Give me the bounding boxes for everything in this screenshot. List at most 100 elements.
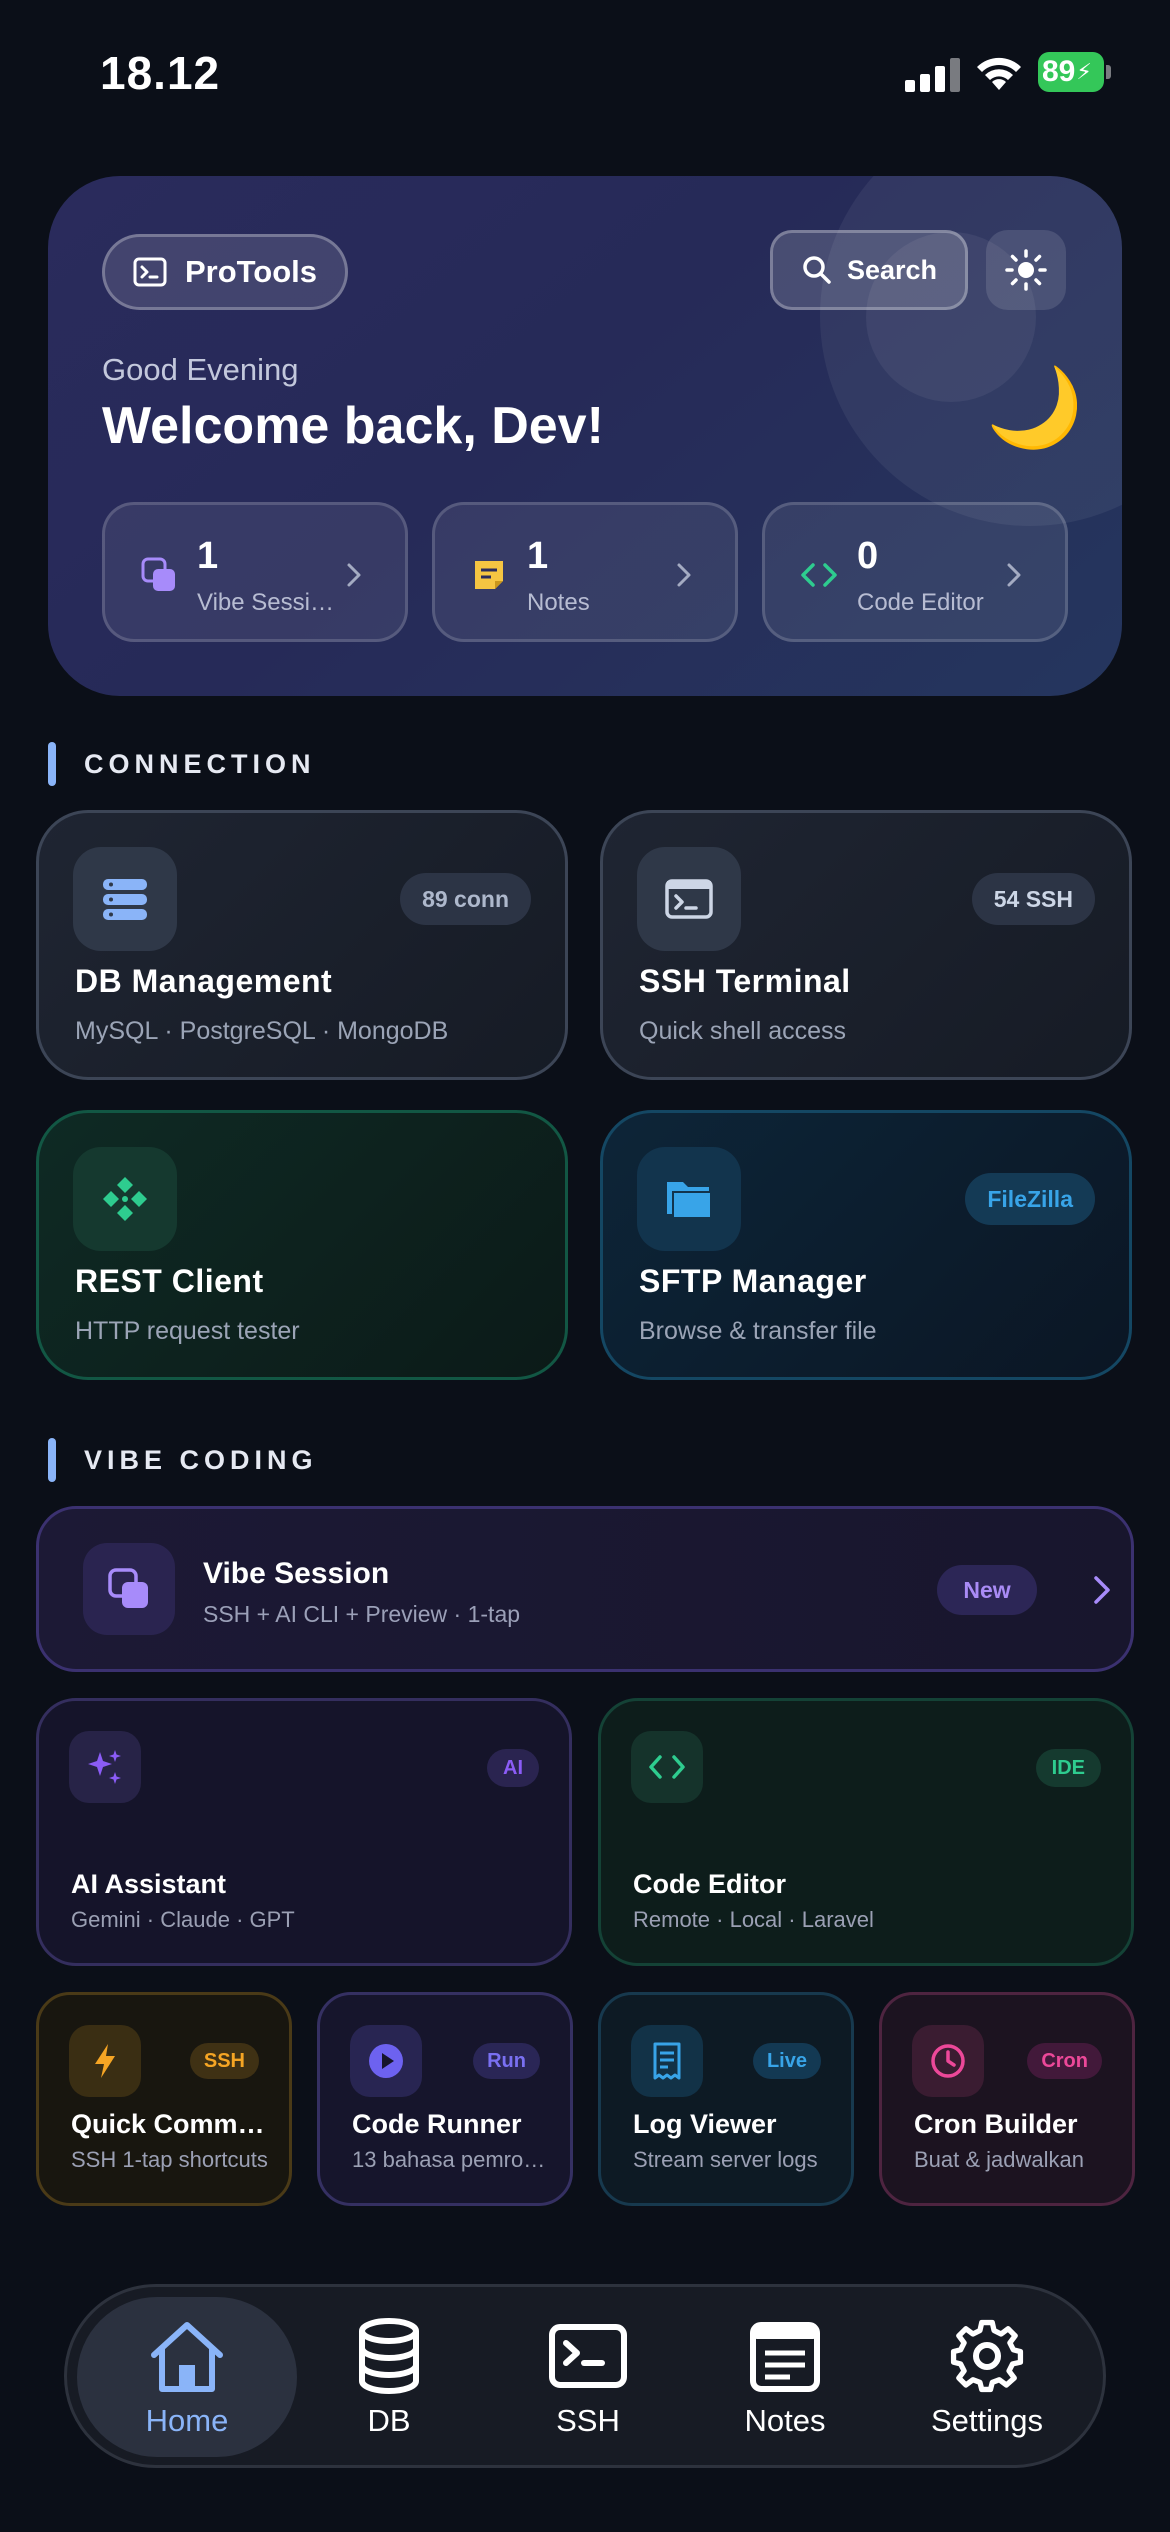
quick-commands-card[interactable]: SSH Quick Commands SSH 1-tap shortcuts [36, 1992, 292, 2206]
card-subtitle: MySQL · PostgreSQL · MongoDB [75, 1017, 449, 1045]
card-subtitle: Gemini · Claude · GPT [71, 1907, 295, 1932]
bolt-icon [69, 2025, 141, 2097]
code-icon [631, 1731, 703, 1803]
play-icon [350, 2025, 422, 2097]
database-icon [73, 847, 177, 951]
card-title: SSH Terminal [639, 963, 851, 999]
clock-icon [912, 2025, 984, 2097]
chevron-right-icon [677, 563, 691, 587]
brand-pill[interactable]: ProTools [102, 234, 349, 310]
search-icon [803, 256, 831, 284]
moon-icon: 🌙 [986, 363, 1084, 451]
sparkles-icon [69, 1731, 141, 1803]
stat-label: Notes [527, 589, 590, 616]
ai-assistant-card[interactable]: AI AI Assistant Gemini · Claude · GPT [36, 1698, 572, 1966]
tab-label: Home [145, 2403, 229, 2438]
card-subtitle: Remote · Local · Laravel [633, 1907, 874, 1932]
card-title: REST Client [75, 1263, 264, 1299]
bottom-tab-bar: Home DB SSH Notes Settings [64, 2284, 1106, 2468]
tab-notes[interactable]: Notes [675, 2297, 895, 2457]
ssh-terminal-card[interactable]: 54 SSH SSH Terminal Quick shell access [600, 810, 1132, 1080]
home-icon [151, 2322, 223, 2392]
card-title: Cron Builder [914, 2109, 1078, 2139]
sun-icon [1005, 249, 1047, 291]
status-bar: 18.12 89 ⚡ [0, 0, 1170, 150]
card-subtitle: HTTP request tester [75, 1317, 300, 1345]
receipt-icon [631, 2025, 703, 2097]
layers-icon [83, 1543, 175, 1635]
layers-icon [141, 557, 175, 591]
battery-icon: 89 ⚡ [1038, 52, 1112, 92]
tab-db[interactable]: DB [279, 2297, 499, 2457]
rest-client-card[interactable]: REST Client HTTP request tester [36, 1110, 568, 1380]
stat-card-vibe-sessions[interactable]: 1 Vibe Sessions [102, 502, 408, 642]
folder-icon [637, 1147, 741, 1251]
hero-card: ProTools Search Good Evening Welcome bac… [48, 176, 1122, 696]
wifi-icon [977, 57, 1021, 90]
code-runner-card[interactable]: Run Code Runner 13 bahasa pemrograman [317, 1992, 573, 2206]
code-editor-card[interactable]: IDE Code Editor Remote · Local · Laravel [598, 1698, 1134, 1966]
stat-card-code-editor[interactable]: 0 Code Editor [762, 502, 1068, 642]
card-title: Code Editor [633, 1869, 786, 1899]
gear-icon [950, 2319, 1024, 2393]
stat-card-notes[interactable]: 1 Notes [432, 502, 738, 642]
card-title: Log Viewer [633, 2109, 777, 2139]
card-subtitle: 13 bahasa pemrograman [352, 2147, 552, 2172]
ai-badge: AI [487, 1749, 539, 1787]
vibe-session-title: Vibe Session [203, 1557, 390, 1590]
stat-value: 1 [527, 535, 549, 577]
search-button[interactable]: Search [770, 230, 968, 310]
chevron-right-icon [347, 563, 361, 587]
stat-value: 0 [857, 535, 879, 577]
welcome-title: Welcome back, Dev! [102, 397, 604, 455]
tab-label: SSH [556, 2403, 620, 2438]
theme-toggle-button[interactable] [986, 230, 1066, 310]
card-subtitle: Buat & jadwalkan [914, 2147, 1084, 2172]
card-title: Code Runner [352, 2109, 522, 2139]
card-title: AI Assistant [71, 1869, 227, 1899]
tab-label: Notes [744, 2403, 826, 2438]
section-title-connection: CONNECTION [48, 742, 316, 786]
run-badge: Run [473, 2043, 540, 2079]
tab-label: Settings [930, 2403, 1043, 2438]
tab-ssh[interactable]: SSH [478, 2297, 698, 2457]
database-icon [359, 2318, 419, 2394]
greeting-text: Good Evening [102, 352, 299, 387]
chevron-right-icon [1094, 1576, 1110, 1604]
status-time: 18.12 [100, 47, 221, 99]
filezilla-badge: FileZilla [965, 1173, 1095, 1225]
note-icon [475, 561, 503, 589]
ssh-count-badge: 54 SSH [971, 873, 1095, 925]
signal-icon [905, 56, 961, 92]
tab-settings[interactable]: Settings [877, 2297, 1097, 2457]
ide-badge: IDE [1035, 1749, 1101, 1787]
vibe-session-subtitle: SSH + AI CLI + Preview · 1-tap [203, 1601, 521, 1627]
notes-icon [750, 2322, 820, 2392]
card-title: SFTP Manager [639, 1263, 867, 1299]
card-title: Quick Commands [71, 2109, 271, 2139]
new-badge: New [937, 1565, 1037, 1615]
section-title-vibe-coding: VIBE CODING [48, 1438, 318, 1482]
card-subtitle: Stream server logs [633, 2147, 818, 2172]
vibe-session-card[interactable]: Vibe Session SSH + AI CLI + Preview · 1-… [36, 1506, 1134, 1672]
terminal-icon [549, 2324, 627, 2388]
log-viewer-card[interactable]: Live Log Viewer Stream server logs [598, 1992, 854, 2206]
tab-home[interactable]: Home [77, 2297, 297, 2457]
cron-badge: Cron [1027, 2043, 1102, 2079]
stat-label: Vibe Sessions [197, 589, 347, 616]
battery-level: 89 [1042, 55, 1076, 88]
card-subtitle: Browse & transfer file [639, 1317, 877, 1345]
code-icon [801, 563, 837, 587]
terminal-icon [133, 257, 167, 287]
tab-label: DB [367, 2403, 411, 2438]
card-subtitle: Quick shell access [639, 1017, 847, 1045]
live-badge: Live [752, 2043, 821, 2079]
sftp-manager-card[interactable]: FileZilla SFTP Manager Browse & transfer… [600, 1110, 1132, 1380]
brand-name: ProTools [185, 254, 318, 289]
card-title: DB Management [75, 963, 333, 999]
stat-value: 1 [197, 535, 219, 577]
db-management-card[interactable]: 89 conn DB Management MySQL · PostgreSQL… [36, 810, 568, 1080]
terminal-icon [637, 847, 741, 951]
search-label: Search [846, 254, 938, 285]
cron-builder-card[interactable]: Cron Cron Builder Buat & jadwalkan [879, 1992, 1135, 2206]
